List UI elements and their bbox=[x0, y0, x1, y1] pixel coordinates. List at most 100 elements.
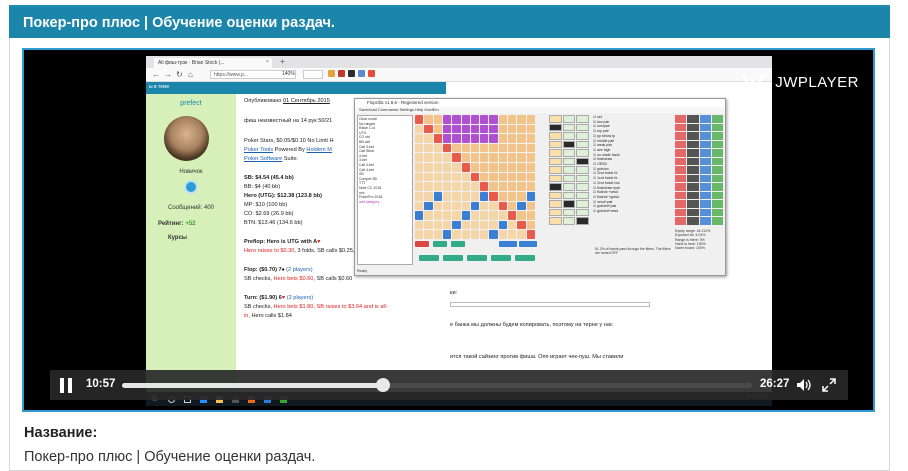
extension-icon bbox=[348, 70, 355, 77]
pause-icon[interactable] bbox=[60, 378, 74, 393]
hand-stat-row: ☑ gutshot+oesd bbox=[593, 209, 619, 214]
rank-badge-icon bbox=[184, 180, 198, 194]
filter-cell bbox=[687, 115, 699, 123]
fullscreen-icon[interactable] bbox=[822, 378, 836, 392]
range-cell bbox=[461, 172, 470, 182]
heart-suit-icon: ♥ bbox=[317, 239, 321, 245]
seek-handle[interactable] bbox=[375, 378, 390, 392]
range-cell bbox=[517, 115, 526, 124]
range-cell bbox=[442, 220, 452, 230]
range-cell bbox=[526, 220, 535, 230]
range-cell bbox=[480, 172, 489, 182]
range-cell bbox=[498, 230, 508, 239]
filter-cell bbox=[675, 132, 687, 140]
range-cell bbox=[415, 172, 424, 182]
post-line: BTN: $13.46 (134.6 bb) bbox=[244, 220, 303, 226]
card-cell bbox=[562, 200, 576, 208]
post-text: SB checks, bbox=[244, 276, 274, 282]
range-cell bbox=[433, 191, 442, 201]
range-cell bbox=[461, 153, 470, 163]
post-text: SB checks, bbox=[244, 304, 274, 310]
range-cell bbox=[442, 230, 452, 239]
range-cell bbox=[442, 153, 452, 163]
filter-cell bbox=[699, 123, 711, 132]
volume-icon[interactable] bbox=[796, 378, 814, 392]
card-cell bbox=[562, 149, 576, 157]
range-cell bbox=[433, 124, 442, 134]
range-cell bbox=[480, 153, 489, 163]
range-cell bbox=[461, 191, 470, 201]
range-cell bbox=[526, 115, 535, 124]
filter-cell bbox=[687, 123, 699, 132]
filter-cell bbox=[711, 157, 723, 166]
range-cell bbox=[415, 115, 424, 124]
post-text: Hero raises to $0.30 bbox=[244, 248, 295, 254]
range-cell bbox=[489, 182, 498, 191]
filter-cell bbox=[711, 174, 723, 183]
post-line: MP: $10 (100 bb) bbox=[244, 202, 288, 208]
video-player[interactable]: Ali фиш-трэк · Brian Stock (... × + ← → … bbox=[22, 48, 875, 412]
extension-icon bbox=[328, 70, 335, 77]
seek-bar[interactable] bbox=[122, 378, 752, 392]
range-cell bbox=[526, 143, 535, 153]
range-cell bbox=[508, 172, 517, 182]
range-cell bbox=[424, 220, 433, 230]
range-cell bbox=[415, 163, 424, 172]
range-cell bbox=[508, 201, 517, 211]
post-line: е банка мы должны будем копировать, поэт… bbox=[450, 322, 613, 328]
range-cell bbox=[470, 115, 480, 124]
filter-cell bbox=[687, 132, 699, 140]
spade-suit-icon: ♠ bbox=[281, 267, 285, 273]
post-line: BB: $4 (40 bb) bbox=[244, 184, 281, 190]
turn-text: Turn: ($1.90) 6 bbox=[244, 295, 282, 301]
range-cell bbox=[489, 211, 498, 220]
range-cell bbox=[489, 124, 498, 134]
range-cell bbox=[461, 134, 470, 143]
range-cell bbox=[415, 230, 424, 239]
card-cell bbox=[549, 157, 562, 166]
range-list-item: add category bbox=[359, 199, 380, 204]
post-text: Hero bets $1.80, SB raises to $3.64 and … bbox=[273, 304, 388, 310]
range-cell bbox=[508, 134, 517, 143]
range-cell bbox=[489, 115, 498, 124]
range-button bbox=[443, 255, 463, 261]
username: prefect bbox=[180, 100, 202, 107]
range-cell bbox=[498, 124, 508, 134]
post-line: Poker Software Suite. bbox=[244, 155, 298, 164]
forward-icon: → bbox=[164, 70, 172, 79]
flopzilla-window: Flopzilla v1.8.6 - Registered version Sa… bbox=[354, 98, 726, 276]
range-cell bbox=[517, 182, 526, 191]
range-cell bbox=[498, 172, 508, 182]
card-cell bbox=[562, 157, 576, 166]
range-cell bbox=[433, 153, 442, 163]
range-cell bbox=[470, 163, 480, 172]
range-cell bbox=[526, 134, 535, 143]
range-cell bbox=[480, 201, 489, 211]
range-cell bbox=[461, 201, 470, 211]
range-cell bbox=[508, 153, 517, 163]
card-cell bbox=[562, 191, 576, 200]
range-cell bbox=[415, 153, 424, 163]
post-line: SB checks, Hero bets $0.60, SB calls $0.… bbox=[244, 275, 352, 284]
range-cell bbox=[480, 220, 489, 230]
range-cell bbox=[452, 153, 461, 163]
range-cell bbox=[517, 124, 526, 134]
extension-icon bbox=[368, 70, 375, 77]
card-cell bbox=[549, 200, 562, 208]
range-cell bbox=[442, 143, 452, 153]
range-cell bbox=[508, 191, 517, 201]
filter-cell bbox=[675, 174, 687, 183]
filter-cell bbox=[687, 208, 699, 217]
range-cell bbox=[489, 220, 498, 230]
range-cell bbox=[489, 134, 498, 143]
post-text: Suite. bbox=[282, 156, 299, 162]
filter-cell bbox=[675, 140, 687, 149]
card-cell bbox=[576, 157, 589, 166]
post-line: Preflop: Hero is UTG with A♥ bbox=[244, 238, 320, 247]
range-cell bbox=[433, 134, 442, 143]
range-cell bbox=[452, 191, 461, 201]
range-cell bbox=[470, 230, 480, 239]
range-cell bbox=[470, 220, 480, 230]
range-info: Equity range: 44.212% Exposed tot: 4.04% R… bbox=[675, 229, 723, 259]
range-cell bbox=[433, 201, 442, 211]
